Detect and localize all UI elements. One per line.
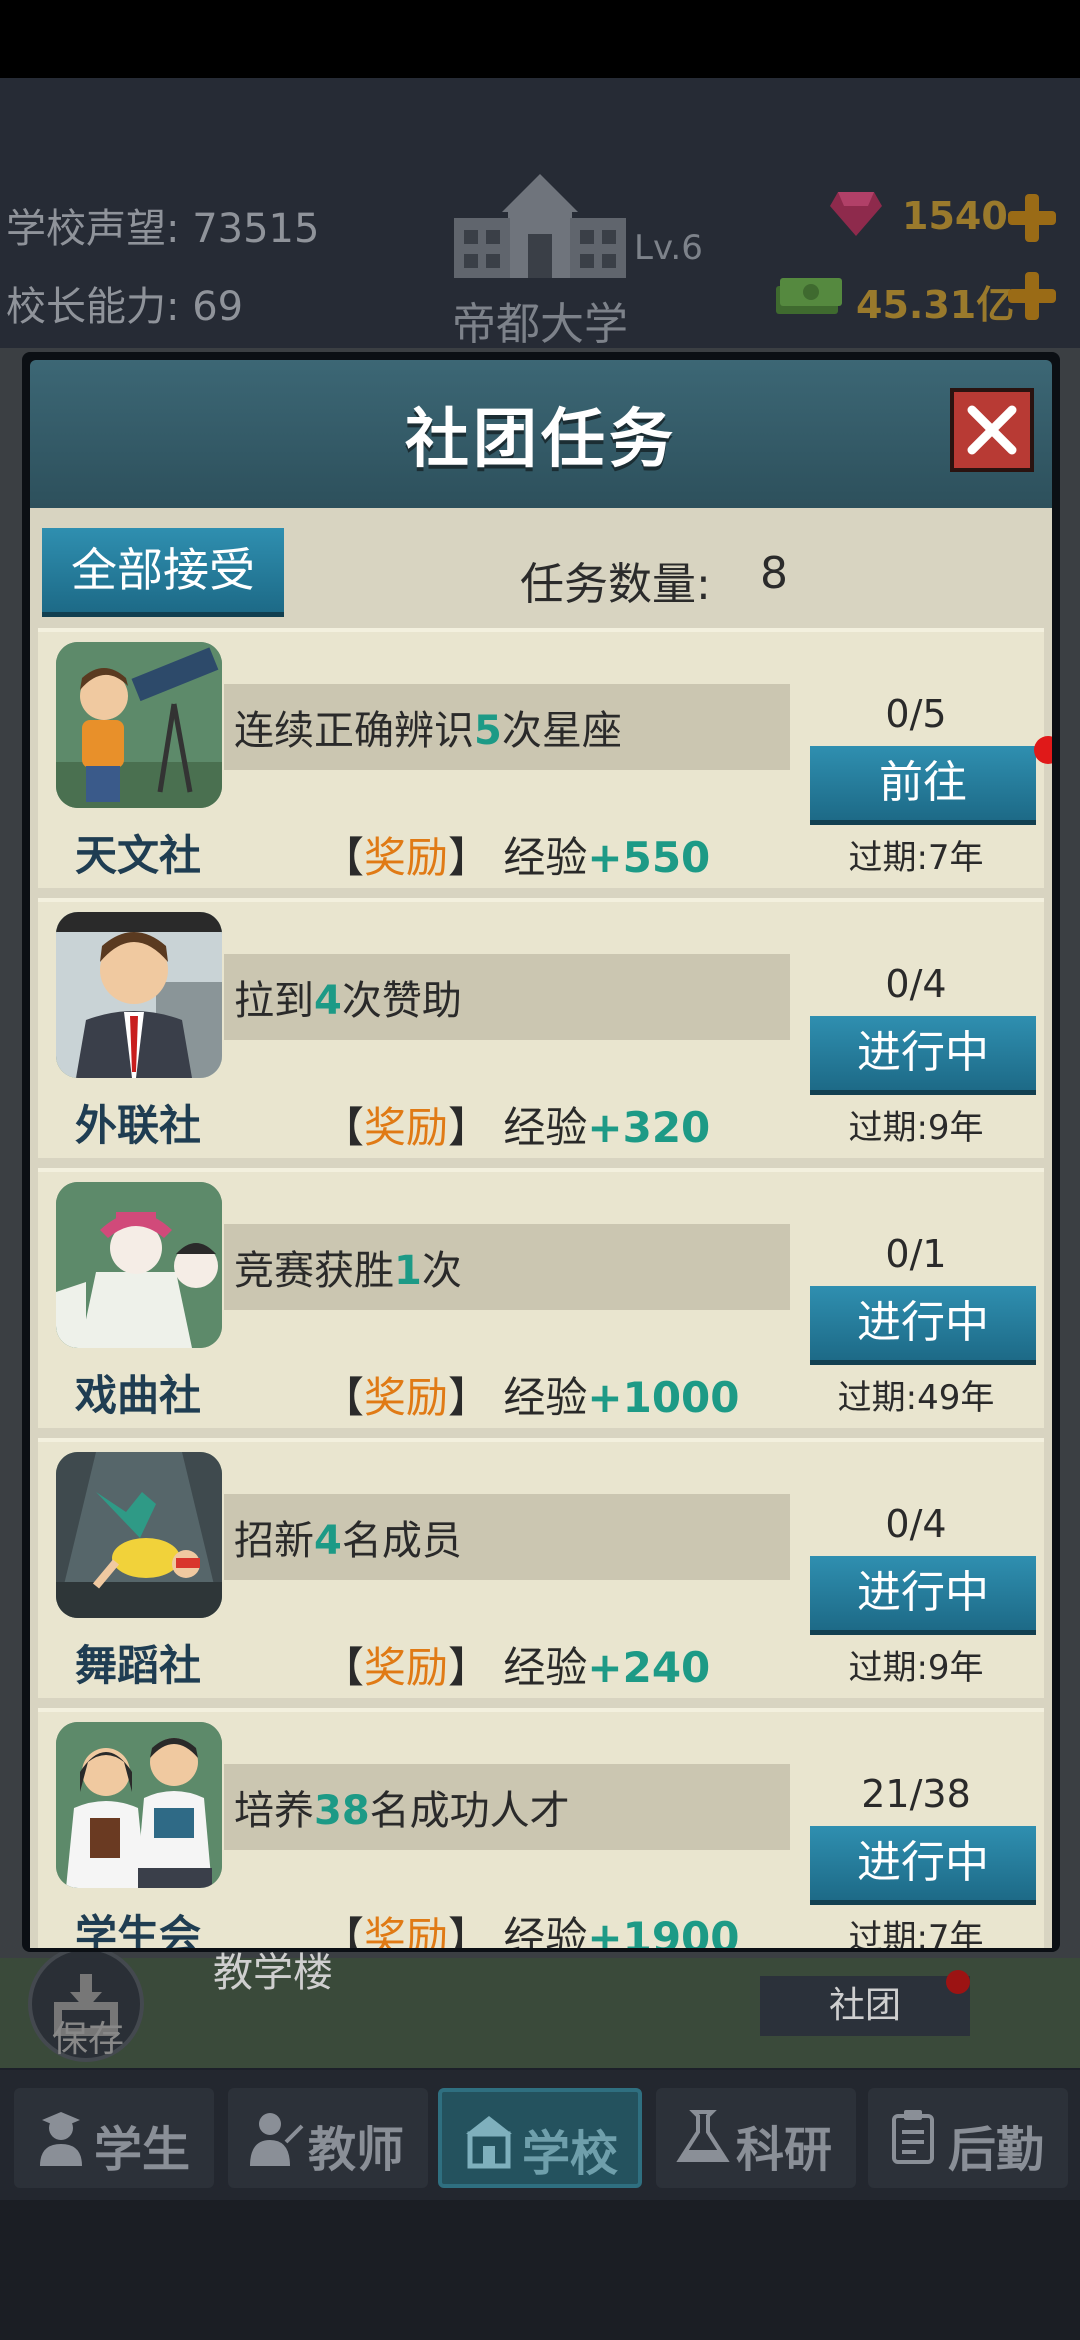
- ability-value: 69: [192, 284, 244, 330]
- task-card: 舞蹈社 招新4名成员 【奖励】 经验+240 0/4 进行中 过期:9年: [38, 1438, 1044, 1698]
- dialog-title: 社团任务: [405, 403, 677, 477]
- task-progress: 0/4: [885, 1502, 947, 1546]
- task-description: 竞赛获胜1次: [234, 1248, 462, 1294]
- task-card: 外联社 拉到4次赞助 【奖励】 经验+320 0/4 进行中 过期:9年: [38, 898, 1044, 1158]
- gem-count: 1540: [902, 194, 1008, 238]
- money-count: 45.31亿: [856, 283, 1015, 327]
- club-name: 天文社: [74, 831, 201, 880]
- gem-icon: [830, 192, 882, 236]
- task-expire: 过期:9年: [848, 1648, 984, 1688]
- club-notify-dot: [946, 1970, 970, 1994]
- outreach-club-avatar: [56, 912, 222, 1078]
- task-reward: 【奖励】 经验+320: [322, 1103, 711, 1152]
- school-building-icon[interactable]: [450, 172, 630, 282]
- task-action-button[interactable]: 前往: [810, 746, 1036, 820]
- task-progress: 0/5: [885, 692, 947, 736]
- reputation-value: 73515: [192, 206, 320, 252]
- dialog-body: 全部接受 任务数量: 8 天文社 连续正确辨识5次星座 【奖励】 经验+550 …: [30, 508, 1052, 1948]
- task-description: 招新4名成员: [234, 1518, 462, 1564]
- reputation-stat: 学校声望: 73515: [6, 196, 319, 254]
- club-task-dialog: 社团任务 全部接受 任务数量: 8 天文社 连续正确辨识5次星座 【奖励】 经验…: [22, 352, 1060, 1952]
- club-tag[interactable]: 社团: [760, 1976, 970, 2036]
- school-icon: [466, 2116, 512, 2169]
- task-reward: 【奖励】 经验+240: [322, 1643, 711, 1692]
- add-money-icon[interactable]: [1006, 270, 1058, 322]
- task-action-button[interactable]: 进行中: [810, 1286, 1036, 1360]
- task-reward: 【奖励】 经验+550: [322, 833, 711, 882]
- task-description: 拉到4次赞助: [234, 978, 462, 1024]
- nav-school[interactable]: 学校: [438, 2088, 642, 2188]
- task-expire: 过期:9年: [848, 1108, 984, 1148]
- club-name: 外联社: [74, 1101, 201, 1150]
- nav-label: 学生: [94, 2122, 191, 2178]
- nav-label: 后勤: [948, 2122, 1045, 2178]
- accept-all-button[interactable]: 全部接受: [42, 528, 284, 612]
- task-expire: 过期:7年: [848, 838, 984, 878]
- ability-stat: 校长能力: 69: [6, 274, 243, 332]
- task-reward: 【奖励】 经验+1000: [322, 1373, 740, 1422]
- nav-label: 科研: [736, 2122, 833, 2178]
- notify-dot: [1034, 736, 1052, 764]
- task-card: 戏曲社 竞赛获胜1次 【奖励】 经验+1000 0/1 进行中 过期:49年: [38, 1168, 1044, 1428]
- teacher-icon: [250, 2113, 304, 2166]
- task-progress: 21/38: [861, 1772, 971, 1816]
- task-reward: 【奖励】 经验+1900: [322, 1913, 740, 1948]
- task-description: 连续正确辨识5次星座: [234, 708, 622, 754]
- task-action-button[interactable]: 进行中: [810, 1826, 1036, 1900]
- close-icon: [967, 405, 1017, 455]
- task-card: 天文社 连续正确辨识5次星座 【奖励】 经验+550 0/5 前往 过期:7年: [38, 628, 1052, 888]
- opera-club-avatar: [56, 1182, 222, 1348]
- task-progress: 0/1: [885, 1232, 947, 1276]
- task-card: 学生会 培养38名成功人才 【奖励】 经验+1900 21/38 进行中 过期:…: [38, 1708, 1044, 1948]
- add-gems-icon[interactable]: [1006, 192, 1058, 244]
- close-button[interactable]: [950, 388, 1034, 472]
- cash-icon: [776, 278, 842, 314]
- task-action-button[interactable]: 进行中: [810, 1556, 1036, 1630]
- task-expire: 过期:49年: [837, 1378, 995, 1418]
- club-name: 学生会: [74, 1911, 201, 1948]
- school-level: Lv.6: [634, 228, 703, 268]
- task-count-value: 8: [760, 548, 788, 599]
- system-nav-area: [0, 2200, 1080, 2340]
- nav-logistics[interactable]: 后勤: [868, 2088, 1068, 2188]
- ability-label: 校长能力:: [6, 284, 180, 330]
- reputation-label: 学校声望:: [6, 206, 180, 252]
- student-icon: [40, 2112, 82, 2166]
- nav-research[interactable]: 科研: [656, 2088, 856, 2188]
- astronomy-club-avatar: [56, 642, 222, 808]
- dialog-header: 社团任务: [30, 360, 1052, 508]
- nav-teachers[interactable]: 教师: [228, 2088, 428, 2188]
- task-description: 培养38名成功人才: [234, 1788, 570, 1834]
- nav-students[interactable]: 学生: [14, 2088, 214, 2188]
- task-progress: 0/4: [885, 962, 947, 1006]
- club-name: 戏曲社: [74, 1371, 201, 1420]
- student-union-avatar: [56, 1722, 222, 1888]
- flask-icon: [676, 2110, 730, 2162]
- task-expire: 过期:7年: [848, 1918, 984, 1948]
- nav-label: 学校: [522, 2126, 619, 2182]
- task-count-label: 任务数量:: [520, 559, 711, 610]
- status-bar: [0, 0, 1080, 78]
- nav-label: 教师: [308, 2122, 405, 2178]
- bottom-nav: 学生 教师 学校 科研 后勤: [0, 2070, 1080, 2200]
- clipboard-icon: [892, 2110, 934, 2164]
- save-label: 保存: [52, 2019, 125, 2060]
- school-name: 帝都大学: [452, 299, 628, 350]
- dance-club-avatar: [56, 1452, 222, 1618]
- club-name: 舞蹈社: [74, 1641, 201, 1690]
- task-action-button[interactable]: 进行中: [810, 1016, 1036, 1090]
